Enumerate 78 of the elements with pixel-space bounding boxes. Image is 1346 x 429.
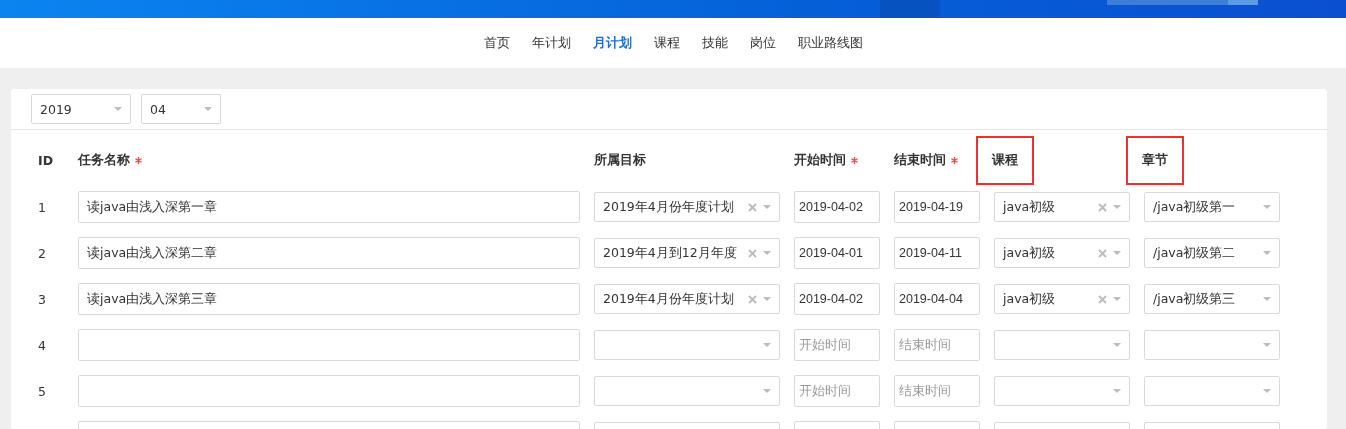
clear-icon[interactable] bbox=[1098, 202, 1107, 212]
caret-icon bbox=[1113, 343, 1121, 347]
nav-link[interactable]: 职业路线图 bbox=[797, 34, 863, 52]
caret-icon bbox=[1263, 251, 1271, 255]
nav-link[interactable]: 课程 bbox=[653, 34, 680, 52]
row-id: 1 bbox=[38, 199, 47, 215]
year-select[interactable]: 2019 bbox=[31, 94, 131, 124]
clear-icon[interactable] bbox=[1098, 248, 1107, 258]
task-name-field[interactable] bbox=[78, 375, 580, 407]
caret-icon bbox=[1113, 389, 1121, 393]
highlighted-column-header: 章节 bbox=[1126, 135, 1184, 185]
nav-link[interactable]: 年计划 bbox=[531, 34, 571, 52]
caret-icon bbox=[1263, 297, 1271, 301]
start-date-field[interactable]: 2019-04-02 bbox=[794, 283, 880, 315]
nav-link[interactable]: 月计划 bbox=[592, 34, 632, 52]
highlighted-column-header: 课程 bbox=[976, 135, 1034, 185]
row-id: 3 bbox=[38, 291, 47, 307]
start-date-field[interactable]: 开始时间 bbox=[794, 329, 880, 361]
course-select[interactable]: java初级 bbox=[994, 192, 1130, 222]
start-date-field[interactable]: 开始时间 bbox=[794, 375, 880, 407]
row-id: 4 bbox=[38, 337, 47, 353]
row-id: 2 bbox=[38, 245, 47, 261]
course-select[interactable] bbox=[994, 376, 1130, 406]
column-header: 任务名称 bbox=[78, 151, 142, 169]
caret-icon bbox=[1263, 389, 1271, 393]
chapter-select[interactable] bbox=[1144, 376, 1280, 406]
chapter-select[interactable]: /java初级第一 bbox=[1144, 192, 1280, 222]
caret-icon bbox=[763, 343, 771, 347]
clear-icon[interactable] bbox=[748, 248, 757, 258]
caret-icon bbox=[1113, 297, 1121, 301]
goal-select[interactable]: 2019年4月份年度计划 bbox=[594, 284, 780, 314]
chapter-select[interactable]: /java初级第二 bbox=[1144, 238, 1280, 268]
column-header: ID bbox=[38, 152, 54, 168]
caret-icon bbox=[763, 251, 771, 255]
chapter-select[interactable]: /java初级第三 bbox=[1144, 284, 1280, 314]
clear-icon[interactable] bbox=[748, 294, 757, 304]
end-date-field[interactable]: 2019-04-11 bbox=[894, 237, 980, 269]
clear-icon[interactable] bbox=[1098, 294, 1107, 304]
column-header: 结束时间 bbox=[894, 151, 958, 169]
caret-icon bbox=[763, 297, 771, 301]
course-select[interactable]: java初级 bbox=[994, 238, 1130, 268]
task-name-field[interactable]: 读java由浅入深第一章 bbox=[78, 191, 580, 223]
caret-icon bbox=[1263, 205, 1271, 209]
course-select[interactable]: java初级 bbox=[994, 284, 1130, 314]
course-select[interactable] bbox=[994, 330, 1130, 360]
goal-select[interactable] bbox=[594, 376, 780, 406]
column-header: 开始时间 bbox=[794, 151, 858, 169]
goal-select[interactable] bbox=[594, 330, 780, 360]
required-asterisk-icon bbox=[851, 156, 858, 164]
row-id: 5 bbox=[38, 383, 47, 399]
goal-select[interactable]: 2019年4月份年度计划 bbox=[594, 192, 780, 222]
task-name-field[interactable] bbox=[78, 329, 580, 361]
task-name-field[interactable]: 读java由浅入深第二章 bbox=[78, 237, 580, 269]
clear-icon[interactable] bbox=[748, 202, 757, 212]
chapter-select[interactable] bbox=[1144, 330, 1280, 360]
start-date-field[interactable]: 2019-04-02 bbox=[794, 191, 880, 223]
month-select[interactable]: 04 bbox=[141, 94, 221, 124]
caret-icon bbox=[204, 107, 212, 111]
start-date-field[interactable]: 2019-04-01 bbox=[794, 237, 880, 269]
required-asterisk-icon bbox=[951, 156, 958, 164]
caret-icon bbox=[1113, 205, 1121, 209]
nav-link[interactable]: 岗位 bbox=[749, 34, 776, 52]
nav-link[interactable]: 首页 bbox=[483, 34, 510, 52]
caret-icon bbox=[114, 107, 122, 111]
caret-icon bbox=[763, 389, 771, 393]
end-date-field[interactable]: 2019-04-19 bbox=[894, 191, 980, 223]
goal-select[interactable]: 2019年4月到12月年度 bbox=[594, 238, 780, 268]
caret-icon bbox=[1263, 343, 1271, 347]
end-date-field[interactable]: 结束时间 bbox=[894, 329, 980, 361]
caret-icon bbox=[763, 205, 771, 209]
header-tab-highlight bbox=[880, 0, 940, 18]
nav-link[interactable]: 技能 bbox=[701, 34, 728, 52]
caret-icon bbox=[1113, 251, 1121, 255]
task-name-field[interactable]: 读java由浅入深第三章 bbox=[78, 283, 580, 315]
column-header: 所属目标 bbox=[594, 151, 646, 169]
end-date-field[interactable]: 2019-04-04 bbox=[894, 283, 980, 315]
end-date-field[interactable]: 结束时间 bbox=[894, 375, 980, 407]
required-asterisk-icon bbox=[135, 156, 142, 164]
